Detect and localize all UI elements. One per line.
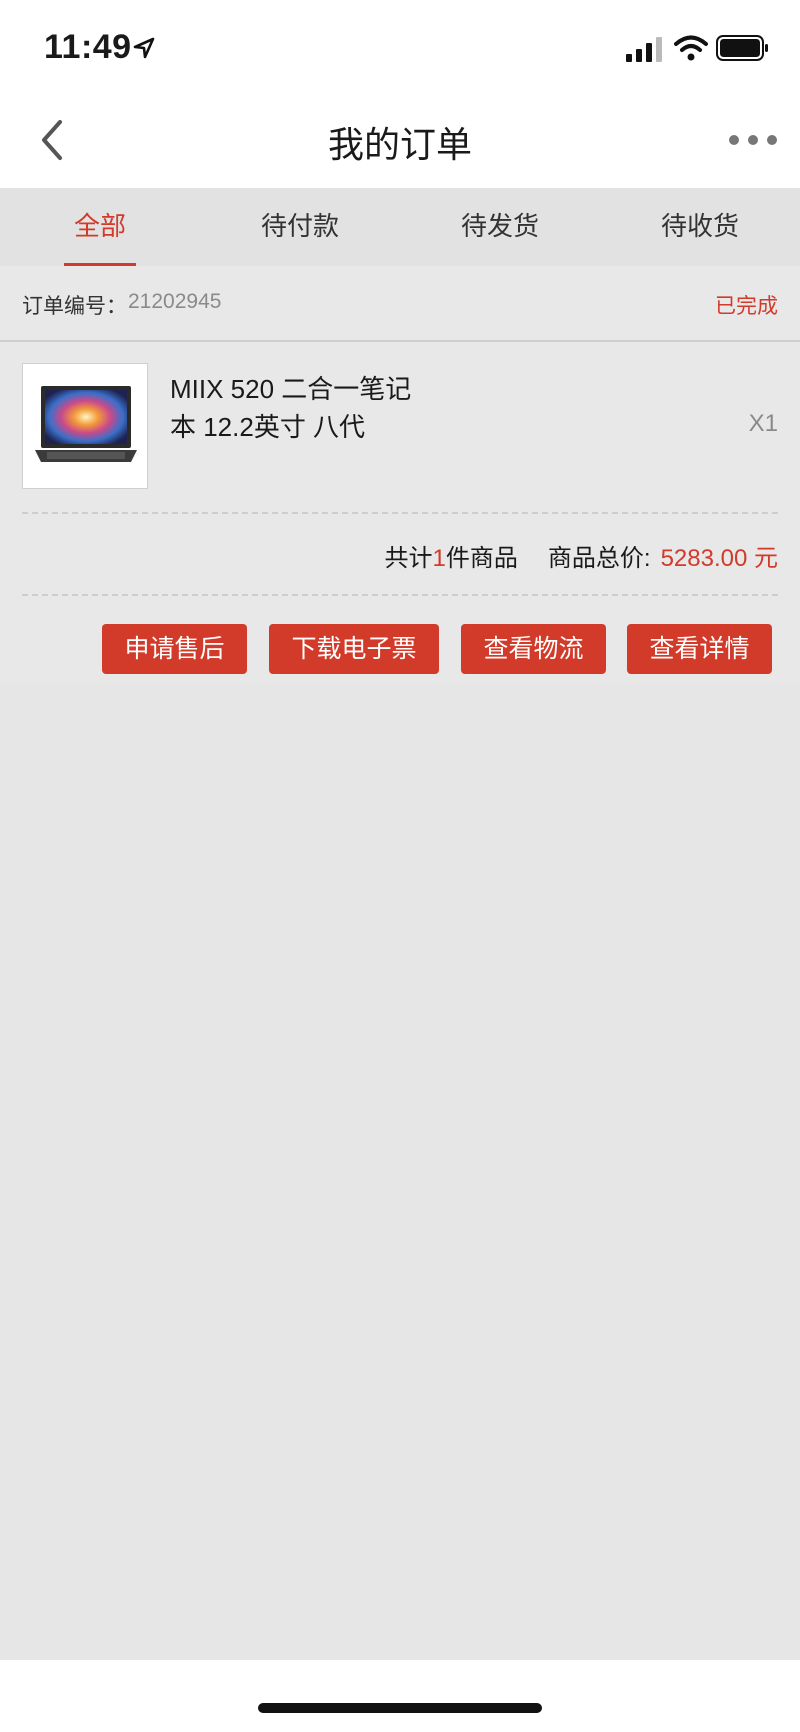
home-indicator[interactable] (258, 1703, 542, 1713)
view-details-button[interactable]: 查看详情 (627, 624, 772, 674)
order-header: 订单编号： 21202945 已完成 (0, 266, 800, 342)
bottom-safe-area (0, 1660, 800, 1732)
cellular-signal-icon (626, 37, 662, 62)
product-name[interactable]: MIIX 520 二合一笔记本 12.2英寸 八代 (170, 370, 430, 446)
tab-label: 待付款 (260, 211, 339, 241)
product-thumbnail[interactable] (22, 363, 148, 489)
status-bar: 11:49 (0, 0, 800, 90)
tab-pending-receipt[interactable]: 待收货 (600, 188, 800, 266)
tab-all[interactable]: 全部 (0, 188, 200, 266)
order-number-value: 21202945 (128, 290, 222, 313)
order-summary: 共计1件商品 商品总价: 5283.00 元 (385, 538, 778, 573)
order-card[interactable]: 订单编号： 21202945 已完成 MIIX 520 二合一笔记本 12.2英… (0, 266, 800, 684)
divider (22, 594, 778, 596)
tab-label: 待收货 (660, 211, 739, 241)
total-price-value: 5283.00 元 (660, 545, 778, 572)
view-logistics-button[interactable]: 查看物流 (461, 624, 606, 674)
wifi-icon (674, 35, 708, 61)
divider (22, 512, 778, 514)
summary-suffix: 件商品 (445, 545, 518, 572)
battery-icon (716, 35, 768, 61)
tab-pending-shipment[interactable]: 待发货 (400, 188, 600, 266)
order-number-label: 订单编号： (22, 295, 127, 318)
more-options-icon[interactable] (728, 132, 778, 148)
order-tabs: 全部 待付款 待发货 待收货 (0, 188, 800, 266)
summary-prefix: 共计 (384, 545, 433, 572)
total-price-label: 商品总价: (547, 545, 651, 572)
after-sale-button[interactable]: 申请售后 (102, 624, 247, 674)
download-invoice-button[interactable]: 下载电子票 (269, 624, 439, 674)
location-arrow-icon (133, 37, 155, 59)
laptop-image-icon (35, 386, 137, 462)
item-count: 1 (432, 545, 446, 572)
tab-label: 待发货 (460, 211, 539, 241)
order-status-badge: 已完成 (715, 295, 778, 318)
navigation-bar: 我的订单 (0, 90, 800, 188)
status-time: 11:49 (44, 28, 132, 66)
page-title: 我的订单 (327, 124, 472, 165)
tab-pending-payment[interactable]: 待付款 (200, 188, 400, 266)
tab-label: 全部 (73, 211, 126, 241)
product-quantity: X1 (748, 410, 778, 437)
